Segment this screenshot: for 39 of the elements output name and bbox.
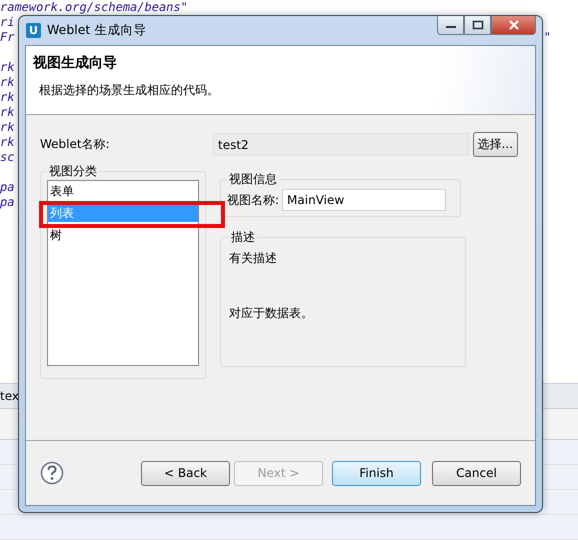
code-text: rk [0, 135, 14, 150]
code-text: ri [0, 15, 14, 30]
input-field[interactable]: MainView [282, 189, 446, 211]
field-label: Weblet名称: [40, 136, 111, 153]
group-title: 视图分类 [48, 163, 98, 180]
close-icon [508, 20, 520, 30]
page-title: 视图生成向导 [33, 54, 118, 72]
code-text: pa [0, 180, 14, 195]
page-description: 根据选择的场景生成相应的代码。 [39, 82, 220, 99]
maximize-icon [472, 20, 484, 30]
browse-button[interactable]: 选择... [472, 132, 518, 157]
description-text: 有关描述 [229, 250, 278, 267]
minimize-button[interactable] [437, 16, 464, 35]
code-text: rk [0, 75, 14, 90]
description-text: 对应于数据表。 [229, 305, 314, 322]
wizard-button[interactable]: Cancel [432, 460, 521, 486]
list-item[interactable]: 表单 [48, 183, 198, 200]
field-label: 视图名称: [227, 192, 280, 208]
code-text: rk [0, 105, 14, 120]
code-text: ramework.org/schema/beans" [0, 0, 188, 15]
code-text: Fr [0, 30, 14, 45]
code-text: pa [0, 195, 14, 210]
window-title: Weblet 生成向导 [47, 22, 146, 39]
group-title: 视图信息 [228, 171, 278, 188]
code-text: sc [0, 150, 14, 165]
code-text: rk [0, 90, 14, 105]
code-text: rk [0, 120, 14, 135]
maximize-button[interactable] [464, 16, 491, 35]
close-button[interactable] [491, 16, 536, 35]
list-item[interactable]: 树 [48, 227, 198, 244]
code-text: rk [0, 60, 14, 75]
code-text: " [544, 30, 551, 45]
wizard-button[interactable]: Finish [332, 460, 421, 486]
wizard-button[interactable]: < Back [141, 460, 230, 486]
app-icon: U [26, 23, 41, 38]
view-tab[interactable]: tex [0, 389, 19, 404]
input-field[interactable]: test2 [213, 133, 469, 156]
help-icon[interactable] [40, 461, 64, 485]
group-title: 描述 [230, 229, 256, 246]
